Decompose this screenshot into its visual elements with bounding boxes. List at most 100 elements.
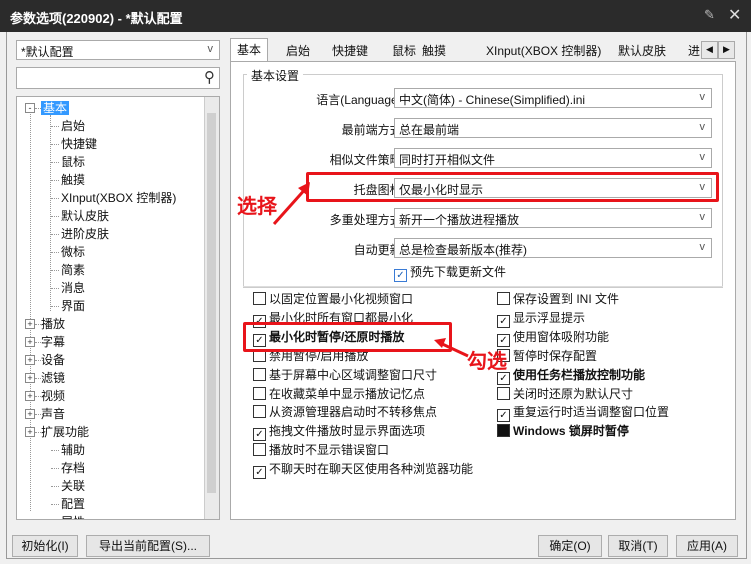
tree-item[interactable]: 消息 [61, 279, 85, 297]
checkbox-unchecked-icon[interactable] [497, 292, 510, 305]
tree-item-label: 视频 [41, 389, 66, 403]
tree-item[interactable]: 扩展功能 [41, 423, 89, 441]
tree-item[interactable]: 默认皮肤 [61, 207, 109, 225]
tree-item[interactable]: 设备 [41, 351, 65, 369]
tree-item[interactable]: 字幕 [41, 333, 65, 351]
checkbox-checked-icon[interactable]: ✓ [253, 428, 266, 442]
checkbox-unchecked-icon[interactable] [253, 292, 266, 305]
chevron-down-icon: v [699, 91, 706, 103]
tree-item-label: 基本 [41, 101, 70, 115]
option-checkbox[interactable]: 保存设置到 INI 文件 [497, 291, 619, 307]
option-label: 使用窗体吸附功能 [513, 329, 610, 344]
tree-item[interactable]: 简素 [61, 261, 85, 279]
expand-icon[interactable]: + [25, 355, 35, 365]
tree-item[interactable]: 关联 [61, 477, 85, 495]
settings-tree[interactable]: - 基本启始 快捷键 鼠标 触摸 XInput(XBOX 控制器) 默认皮肤 进阶皮肤 微标 简素… [16, 96, 220, 520]
tree-item[interactable]: 基本 [41, 99, 70, 117]
checkbox-checked-icon[interactable] [497, 424, 510, 438]
scrollbar-thumb[interactable] [207, 113, 216, 493]
search-icon[interactable]: ⚲ [204, 68, 215, 86]
tree-item-label: 字幕 [41, 335, 66, 349]
expand-icon[interactable]: + [25, 373, 35, 383]
tab-2[interactable]: 快捷键 [326, 40, 374, 62]
option-checkbox[interactable]: 暂停时保存配置 [497, 348, 597, 364]
checkbox-unchecked-icon[interactable] [253, 386, 266, 400]
tree-item[interactable]: 配置 [61, 495, 85, 513]
option-label: 从资源管理器启动时不转移焦点 [269, 405, 438, 420]
checkbox-check-icon[interactable]: ✓ [394, 269, 407, 282]
option-checkbox[interactable]: 播放时不显示错误窗口 [253, 442, 389, 458]
option-checkbox[interactable]: 关闭时还原为默认尺寸 [497, 386, 633, 402]
option-checkbox[interactable]: ✓ 使用窗体吸附功能 [497, 329, 610, 347]
tab-scroll-right-icon[interactable]: ▶ [718, 41, 735, 59]
checkbox-checked-icon[interactable]: ✓ [497, 314, 510, 328]
tab-6[interactable]: 默认皮肤 [612, 40, 672, 62]
ok-button[interactable]: 确定(O) [538, 535, 602, 557]
option-checkbox[interactable]: Windows 锁屏时暂停 [497, 423, 629, 439]
tab-4[interactable]: 触摸 [416, 40, 452, 62]
checkbox-checked-icon[interactable]: ✓ [497, 409, 510, 423]
tree-item[interactable]: 滤镜 [41, 369, 65, 387]
option-checkbox[interactable]: ✓ 拖拽文件播放时显示界面选项 [253, 423, 425, 442]
tab-scroll-left-icon[interactable]: ◀ [701, 41, 718, 59]
checkbox-checked-icon[interactable]: ✓ [253, 466, 266, 480]
search-input[interactable]: ⚲ [16, 67, 220, 89]
pin-icon[interactable]: ✎ [704, 7, 715, 23]
expand-icon[interactable]: + [25, 427, 35, 437]
checkbox-unchecked-icon[interactable] [497, 386, 510, 400]
tree-item[interactable]: 属性 [61, 513, 85, 519]
expand-icon[interactable]: + [25, 409, 35, 419]
option-checkbox[interactable]: 从资源管理器启动时不转移焦点 [253, 404, 437, 420]
similar-file-select[interactable]: 同时打开相似文件 v [394, 148, 712, 168]
tab-1[interactable]: 启始 [280, 40, 316, 62]
checkbox-unchecked-icon[interactable] [253, 405, 266, 419]
option-checkbox[interactable]: ✓ 重复运行时适当调整窗口位置 [497, 404, 669, 423]
profile-select[interactable]: *默认配置 v [16, 40, 220, 60]
option-checkbox[interactable]: ✓ 使用任务栏播放控制功能 [497, 367, 645, 385]
tree-connector [51, 450, 59, 451]
tree-item[interactable]: 播放 [41, 315, 65, 333]
expand-icon[interactable]: + [25, 391, 35, 401]
tree-item-label: 辅助 [61, 443, 86, 457]
option-checkbox[interactable]: 在收藏菜单中显示播放记忆点 [253, 386, 425, 402]
tree-item[interactable]: 进阶皮肤 [61, 225, 109, 243]
tree-item[interactable]: 界面 [61, 297, 85, 315]
chevron-down-icon: v [699, 211, 706, 223]
tree-item[interactable]: 触摸 [61, 171, 85, 189]
topmost-select[interactable]: 总在最前端 v [394, 118, 712, 138]
tree-scrollbar[interactable] [204, 97, 219, 519]
collapse-icon[interactable]: - [25, 103, 35, 113]
checkbox-unchecked-icon[interactable] [253, 367, 266, 381]
option-checkbox[interactable]: 以固定位置最小化视频窗口 [253, 291, 413, 307]
export-config-button[interactable]: 导出当前配置(S)... [86, 535, 210, 557]
apply-button[interactable]: 应用(A) [676, 535, 738, 557]
tree-item-label: 存档 [61, 461, 86, 475]
tree-item[interactable]: 快捷键 [61, 135, 97, 153]
tree-item[interactable]: XInput(XBOX 控制器) [61, 189, 176, 207]
cancel-button[interactable]: 取消(T) [608, 535, 668, 557]
multi-process-select[interactable]: 新开一个播放进程播放 v [394, 208, 712, 228]
tree-item-label: XInput(XBOX 控制器) [61, 191, 177, 205]
expand-icon[interactable]: + [25, 319, 35, 329]
window-title: 参数选项(220902) - *默认配置 [10, 11, 183, 26]
tree-item[interactable]: 启始 [61, 117, 85, 135]
tree-item[interactable]: 视频 [41, 387, 65, 405]
tree-item[interactable]: 辅助 [61, 441, 85, 459]
predownload-checkbox[interactable]: ✓ 预先下载更新文件 [394, 264, 506, 282]
language-select[interactable]: 中文(简体) - Chinese(Simplified).ini v [394, 88, 712, 108]
tab-5[interactable]: XInput(XBOX 控制器) [480, 40, 607, 62]
tree-item[interactable]: 鼠标 [61, 153, 85, 171]
close-icon[interactable]: ✕ [728, 5, 741, 25]
option-checkbox[interactable]: 基于屏幕中心区域调整窗口尺寸 [253, 367, 437, 383]
tree-item[interactable]: 声音 [41, 405, 65, 423]
auto-update-select[interactable]: 总是检查最新版本(推荐) v [394, 238, 712, 258]
tab-0[interactable]: 基本 [230, 38, 269, 62]
chevron-down-icon: v [699, 151, 706, 163]
tree-item[interactable]: 存档 [61, 459, 85, 477]
option-checkbox[interactable]: ✓ 显示浮显提示 [497, 310, 585, 328]
tree-item[interactable]: 微标 [61, 243, 85, 261]
init-button[interactable]: 初始化(I) [12, 535, 78, 557]
option-checkbox[interactable]: ✓ 不聊天时在聊天区使用各种浏览器功能 [253, 461, 473, 480]
checkbox-unchecked-icon[interactable] [253, 443, 266, 457]
expand-icon[interactable]: + [25, 337, 35, 347]
